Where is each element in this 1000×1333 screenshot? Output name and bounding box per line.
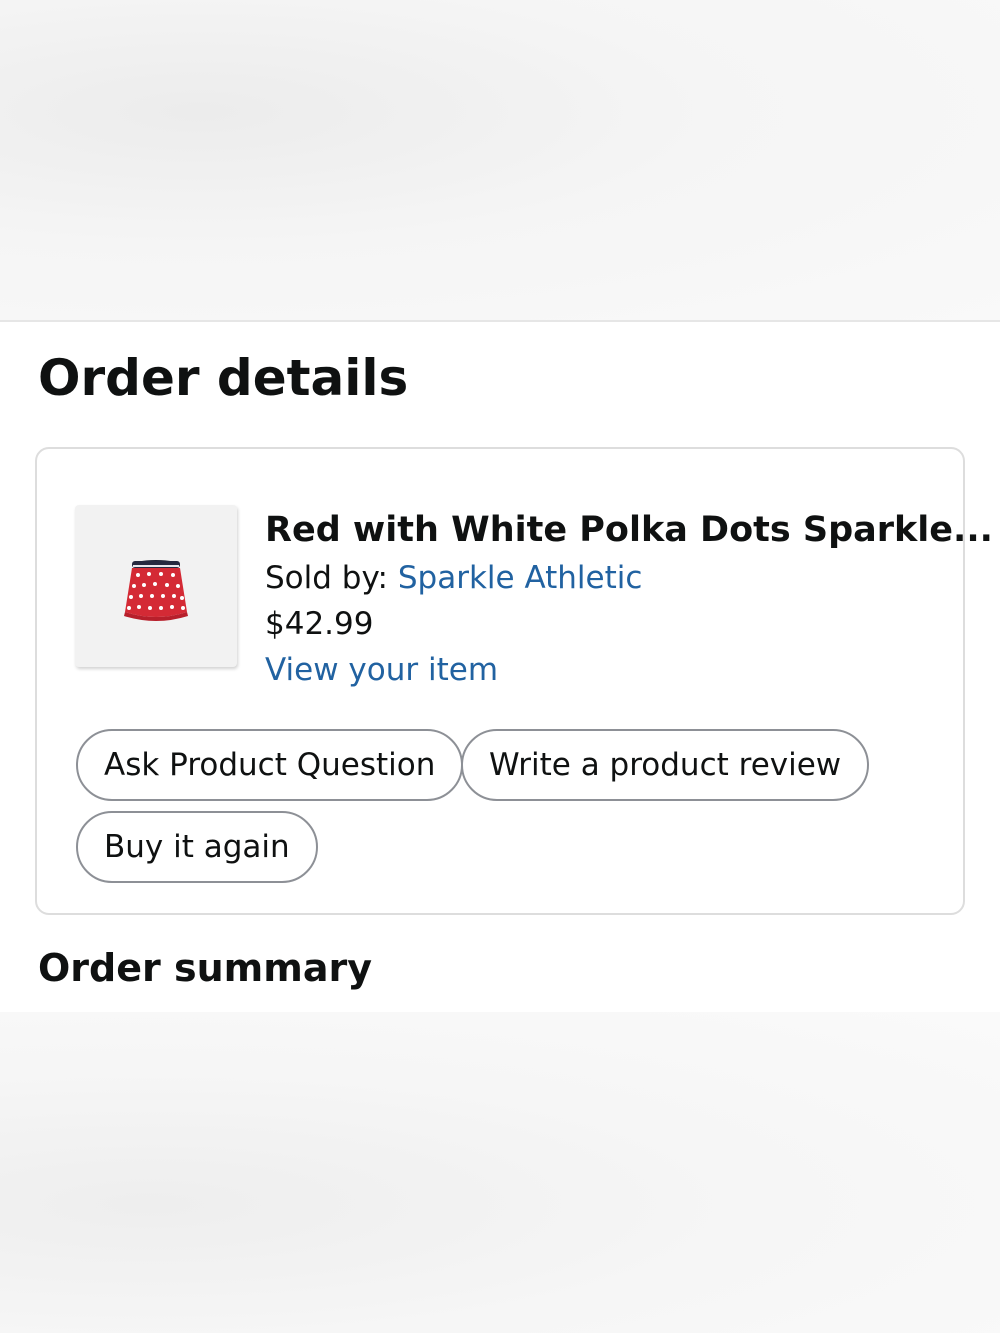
sold-by-line: Sold by: Sparkle Athletic xyxy=(265,555,925,601)
buy-again-button[interactable]: Buy it again xyxy=(76,811,318,883)
sold-by-label: Sold by: xyxy=(265,560,398,596)
page-title: Order details xyxy=(38,349,409,407)
order-item-card: Red with White Polka Dots Sparkle... Sol… xyxy=(35,447,993,915)
seller-link[interactable]: Sparkle Athletic xyxy=(398,560,643,596)
view-item-link[interactable]: View your item xyxy=(265,647,925,693)
order-details-sheet: Order details Red with White Polka Dots … xyxy=(0,320,1000,1012)
product-thumbnail[interactable] xyxy=(75,505,237,667)
red-polka-dot-skirt-image xyxy=(124,560,188,621)
write-review-button[interactable]: Write a product review xyxy=(461,729,870,801)
order-summary-heading: Order summary xyxy=(38,946,373,990)
item-info: Red with White Polka Dots Sparkle... Sol… xyxy=(265,505,993,693)
blurred-background-bottom xyxy=(0,1012,1000,1333)
blurred-background-top xyxy=(0,0,1000,320)
item-title[interactable]: Red with White Polka Dots Sparkle... xyxy=(265,505,993,555)
item-price: $42.99 xyxy=(265,606,374,642)
ask-product-question-button[interactable]: Ask Product Question xyxy=(76,729,464,801)
